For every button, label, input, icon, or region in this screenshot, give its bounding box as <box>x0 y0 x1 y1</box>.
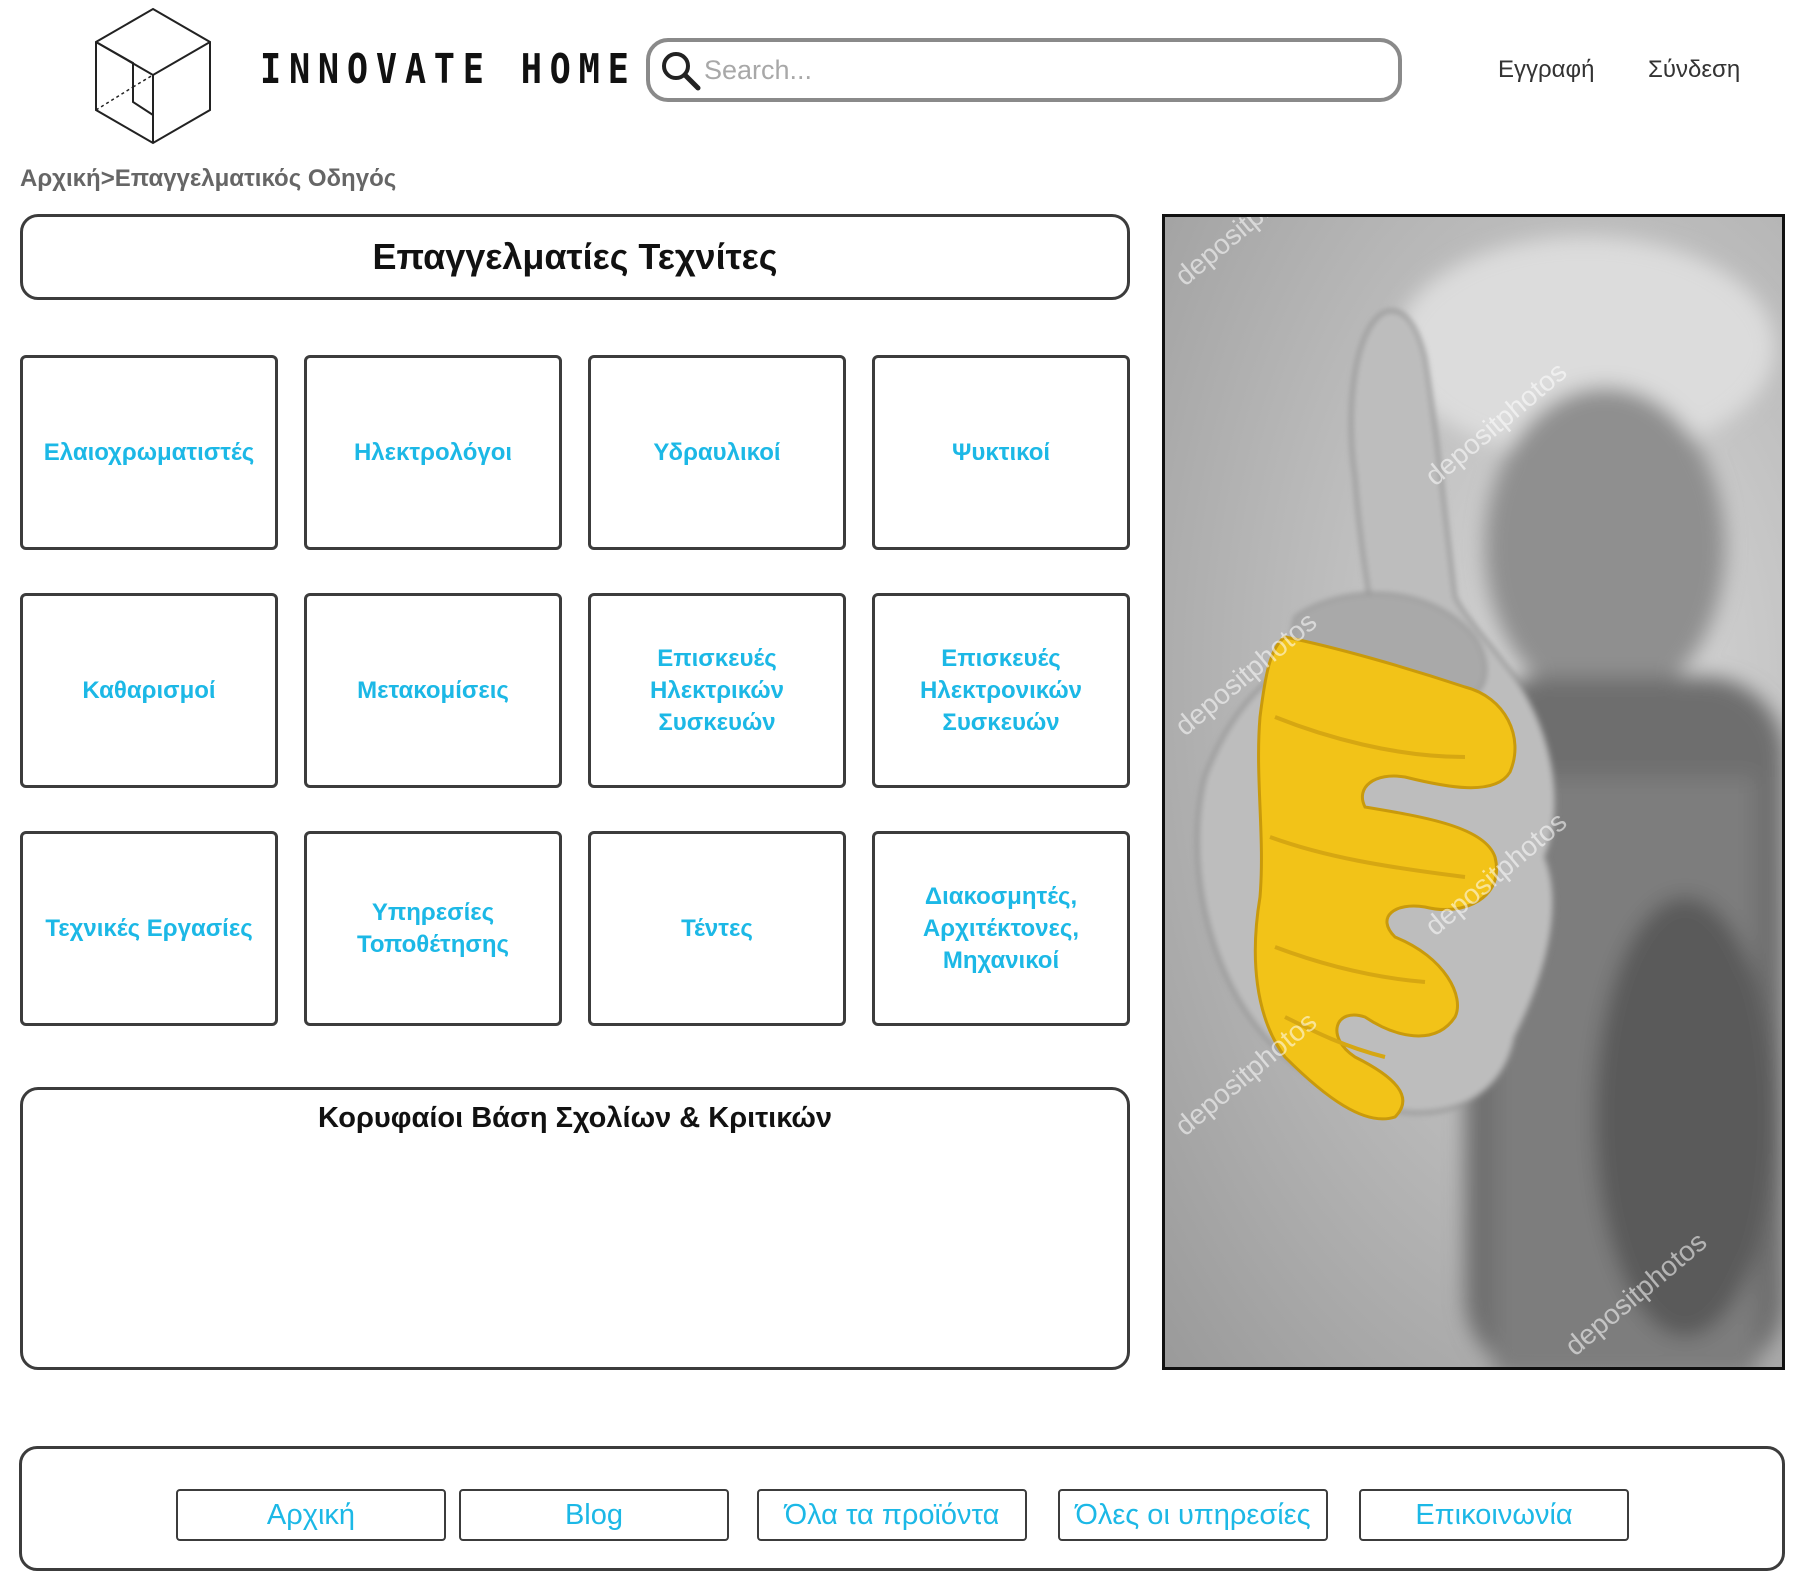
svg-text:depositphotos: depositphotos <box>1169 1006 1322 1142</box>
page-title: Επαγγελματίες Τεχνίτες <box>372 236 778 277</box>
category-tile-cleaning[interactable]: Καθαρισμοί <box>20 593 278 788</box>
footer-nav: Αρχική Blog Όλα τα προϊόντα Όλες οι υπηρ… <box>0 1489 1802 1541</box>
login-link[interactable]: Σύνδεση <box>1648 56 1740 84</box>
search-bar[interactable] <box>646 38 1402 102</box>
search-icon[interactable] <box>658 47 704 93</box>
category-tile-electronics-repair[interactable]: Επισκευές Ηλεκτρονικών Συσκευών <box>872 593 1130 788</box>
footer-home-button[interactable]: Αρχική <box>176 1489 446 1541</box>
footer-all-products-button[interactable]: Όλα τα προϊόντα <box>757 1489 1027 1541</box>
category-grid: Ελαιοχρωματιστές Ηλεκτρολόγοι Υδραυλικοί… <box>20 355 1131 1026</box>
footer-all-services-button[interactable]: Όλες οι υπηρεσίες <box>1058 1489 1328 1541</box>
logo-cube-icon <box>95 7 211 145</box>
category-tile-awnings[interactable]: Τέντες <box>588 831 846 1026</box>
section-title-box: Επαγγελματίες Τεχνίτες <box>20 214 1130 300</box>
footer-contact-button[interactable]: Επικοινωνία <box>1359 1489 1629 1541</box>
thumbs-up-worker-illustration: depositphotos depositphotos depositphoto… <box>1169 217 1782 1367</box>
category-tile-refrigeration[interactable]: Ψυκτικοί <box>872 355 1130 550</box>
category-tile-electricians[interactable]: Ηλεκτρολόγοι <box>304 355 562 550</box>
category-tile-technical-works[interactable]: Τεχνικές Εργασίες <box>20 831 278 1026</box>
hero-image: depositphotos depositphotos depositphoto… <box>1162 214 1785 1370</box>
search-input[interactable] <box>704 54 1364 86</box>
reviews-title: Κορυφαίοι Βάση Σχολίων & Κριτικών <box>317 1102 833 1134</box>
top-reviews-panel: Κορυφαίοι Βάση Σχολίων & Κριτικών <box>20 1087 1130 1370</box>
logo-text[interactable]: INNOVATE HOME <box>260 45 637 93</box>
category-tile-installation[interactable]: Υπηρεσίες Τοποθέτησης <box>304 831 562 1026</box>
category-tile-painters[interactable]: Ελαιοχρωματιστές <box>20 355 278 550</box>
category-tile-designers-architects[interactable]: Διακοσμητές, Αρχιτέκτονες, Μηχανικοί <box>872 831 1130 1026</box>
category-tile-appliance-repair[interactable]: Επισκευές Ηλεκτρικών Συσκευών <box>588 593 846 788</box>
category-tile-moving[interactable]: Μετακομίσεις <box>304 593 562 788</box>
register-link[interactable]: Εγγραφή <box>1498 56 1594 84</box>
category-tile-plumbers[interactable]: Υδραυλικοί <box>588 355 846 550</box>
footer-blog-button[interactable]: Blog <box>459 1489 729 1541</box>
breadcrumb[interactable]: Αρχική>Επαγγελματικός Οδηγός <box>20 165 396 193</box>
svg-text:depositphotos: depositphotos <box>1169 217 1322 292</box>
